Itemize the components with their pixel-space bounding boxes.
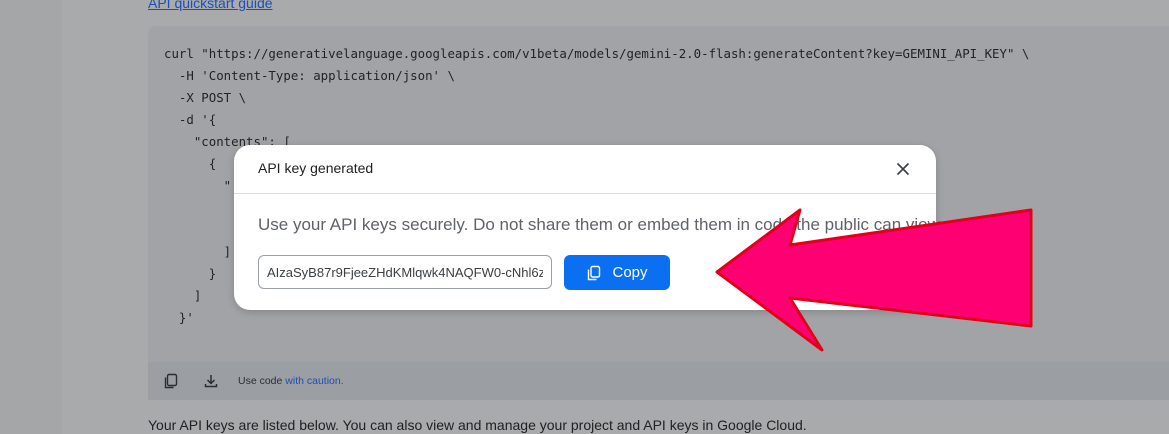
close-icon	[896, 162, 910, 176]
api-quickstart-link[interactable]: API quickstart guide	[148, 0, 273, 11]
api-key-field[interactable]	[258, 255, 552, 289]
close-button[interactable]	[892, 158, 914, 180]
copy-icon[interactable]	[162, 372, 180, 390]
security-message: Use your API keys securely. Do not share…	[258, 215, 944, 234]
dialog-header: API key generated	[234, 145, 936, 194]
copy-button[interactable]: Copy	[564, 255, 670, 290]
dialog-title: API key generated	[258, 160, 374, 176]
copy-button-label: Copy	[612, 264, 648, 281]
code-toolbar: Use code with caution.	[148, 362, 1169, 400]
caution-prefix: Use code	[238, 375, 286, 387]
copy-icon	[588, 265, 601, 280]
caution-link[interactable]: with caution.	[285, 375, 343, 387]
api-keys-description: Your API keys are listed below. You can …	[148, 417, 807, 433]
api-key-dialog: API key generated Use your API keys secu…	[234, 145, 944, 310]
left-strip	[0, 0, 62, 434]
download-icon[interactable]	[202, 372, 220, 390]
caution-text: Use code with caution.	[238, 375, 344, 387]
